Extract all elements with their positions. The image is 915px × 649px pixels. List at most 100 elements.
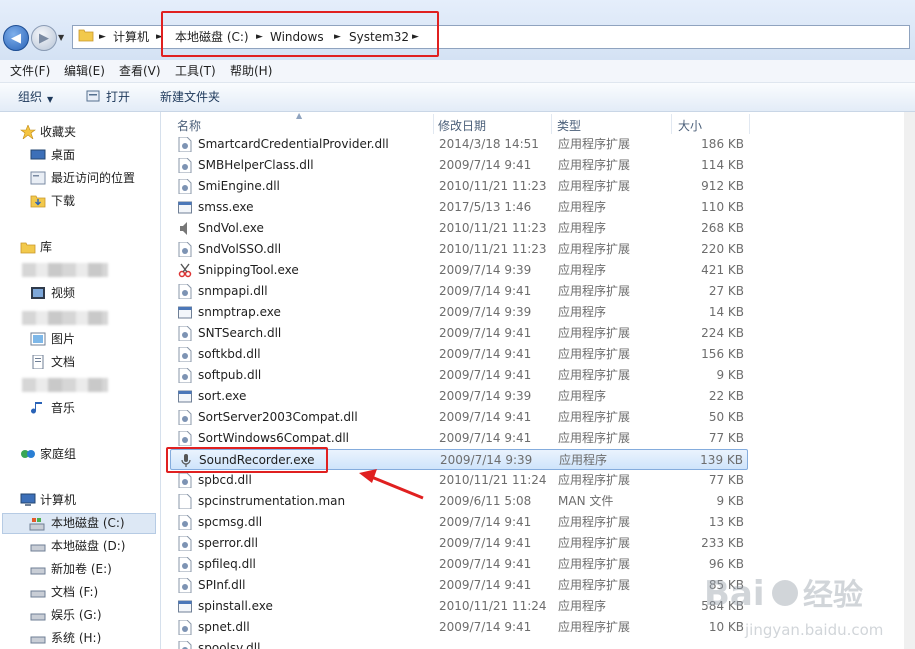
file-row[interactable]: spnet.dll 2009/7/14 9:41 应用程序扩展 10 KB: [170, 617, 748, 638]
nav-recent-places-label: 最近访问的位置: [51, 171, 136, 185]
file-row[interactable]: spoolsv.dll: [170, 638, 748, 649]
dll-icon: [178, 283, 192, 300]
file-name: snmpapi.dll: [198, 284, 268, 298]
file-row[interactable]: spbcd.dll 2010/11/21 11:24 应用程序扩展 77 KB: [170, 470, 748, 491]
column-header-name[interactable]: 名称: [177, 118, 201, 134]
file-name: SortServer2003Compat.dll: [198, 410, 358, 424]
nav-drive-h[interactable]: 系统 (H:): [0, 628, 160, 648]
back-button[interactable]: ◀: [3, 25, 29, 51]
file-name: sperror.dll: [198, 536, 258, 550]
column-divider[interactable]: [433, 114, 434, 134]
file-type: 应用程序: [558, 305, 607, 319]
file-row[interactable]: SortWindows6Compat.dll 2009/7/14 9:41 应用程序…: [170, 428, 748, 449]
nav-recent-places[interactable]: 最近访问的位置: [0, 168, 160, 188]
annotation-arrow-icon: [359, 469, 424, 500]
file-row[interactable]: sperror.dll 2009/7/14 9:41 应用程序扩展 233 KB: [170, 533, 748, 554]
menu-help[interactable]: 帮助(H): [230, 63, 272, 79]
new-folder-button[interactable]: 新建文件夹: [160, 89, 220, 105]
document-icon: [32, 355, 44, 369]
menu-edit[interactable]: 编辑(E): [64, 63, 105, 79]
file-row[interactable]: spcmsg.dll 2009/7/14 9:41 应用程序扩展 13 KB: [170, 512, 748, 533]
menu-view[interactable]: 查看(V): [119, 63, 161, 79]
column-header-type[interactable]: 类型: [557, 118, 581, 134]
file-row[interactable]: snmpapi.dll 2009/7/14 9:41 应用程序扩展 27 KB: [170, 281, 748, 302]
file-name: softpub.dll: [198, 368, 262, 382]
breadcrumb-separator-icon[interactable]: ►: [99, 29, 106, 45]
file-row[interactable]: spfileq.dll 2009/7/14 9:41 应用程序扩展 96 KB: [170, 554, 748, 575]
file-type: 应用程序扩展: [558, 326, 631, 340]
file-row[interactable]: SndVol.exe 2010/11/21 11:23 应用程序 268 KB: [170, 218, 748, 239]
file-date: 2010/11/21 11:24: [439, 473, 547, 487]
column-divider[interactable]: [671, 114, 672, 134]
file-row[interactable]: softpub.dll 2009/7/14 9:41 应用程序扩展 9 KB: [170, 365, 748, 386]
file-row[interactable]: sort.exe 2009/7/14 9:39 应用程序 22 KB: [170, 386, 748, 407]
file-name: sort.exe: [198, 389, 247, 403]
organize-button[interactable]: 组织 ▼: [18, 83, 68, 111]
nav-libraries[interactable]: 库: [0, 237, 160, 257]
nav-drive-f[interactable]: 文档 (F:): [0, 582, 160, 602]
nav-homegroup[interactable]: 家庭组: [0, 444, 160, 464]
column-divider[interactable]: [749, 114, 750, 134]
file-row[interactable]: SnippingTool.exe 2009/7/14 9:39 应用程序 421 KB: [170, 260, 748, 281]
column-divider[interactable]: [551, 114, 552, 134]
nav-music[interactable]: 音乐: [0, 398, 160, 418]
vertical-scrollbar[interactable]: [904, 112, 915, 649]
nav-drive-g[interactable]: 娱乐 (G:): [0, 605, 160, 625]
nav-drive-e[interactable]: 新加卷 (E:): [0, 559, 160, 579]
file-type: 应用程序: [558, 221, 607, 235]
blurred-item: [22, 378, 108, 392]
file-row[interactable]: SortServer2003Compat.dll 2009/7/14 9:41 应用…: [170, 407, 748, 428]
svg-text:经验: 经验: [803, 578, 863, 613]
file-type: 应用程序扩展: [558, 410, 631, 424]
dll-icon: [178, 577, 192, 594]
selection-highlight-box: [166, 447, 328, 473]
nav-desktop-label: 桌面: [51, 148, 76, 162]
file-row[interactable]: softkbd.dll 2009/7/14 9:41 应用程序扩展 156 KB: [170, 344, 748, 365]
nav-downloads[interactable]: 下载: [0, 191, 160, 211]
nav-drive-d[interactable]: 本地磁盘 (D:): [0, 536, 160, 556]
column-header-date[interactable]: 修改日期: [438, 118, 486, 134]
nav-favorites[interactable]: 收藏夹: [0, 122, 160, 142]
menu-file[interactable]: 文件(F): [10, 63, 50, 79]
dll-icon: [178, 409, 192, 426]
file-name: spoolsv.dll: [198, 641, 261, 649]
desktop-icon: [30, 149, 46, 160]
nav-drive-c[interactable]: 本地磁盘 (C:): [2, 513, 156, 534]
music-icon: [31, 402, 42, 414]
open-button[interactable]: 打开: [86, 83, 136, 111]
file-row[interactable]: SNTSearch.dll 2009/7/14 9:41 应用程序扩展 224 KB: [170, 323, 748, 344]
file-row[interactable]: SMBHelperClass.dll 2009/7/14 9:41 应用程序扩展 11…: [170, 155, 748, 176]
file-row[interactable]: spinstall.exe 2010/11/21 11:24 应用程序 584 KB: [170, 596, 748, 617]
nav-downloads-label: 下载: [51, 194, 76, 208]
exe-icon: [178, 599, 192, 614]
forward-button[interactable]: ▶: [31, 25, 57, 51]
file-date: 2009/7/14 9:41: [439, 410, 532, 424]
file-size: 9 KB: [716, 494, 744, 508]
file-date: 2010/11/21 11:23: [439, 221, 547, 235]
file-row[interactable]: smss.exe 2017/5/13 1:46 应用程序 110 KB: [170, 197, 748, 218]
file-row[interactable]: SmiEngine.dll 2010/11/21 11:23 应用程序扩展 912 K…: [170, 176, 748, 197]
dll-icon: [178, 346, 192, 363]
recent-pages-dropdown[interactable]: ▼: [58, 33, 64, 42]
nav-videos[interactable]: 视频: [0, 283, 160, 303]
file-name: SMBHelperClass.dll: [198, 158, 314, 172]
column-header-size[interactable]: 大小: [678, 118, 702, 134]
file-row[interactable]: SndVolSSO.dll 2010/11/21 11:23 应用程序扩展 220 K…: [170, 239, 748, 260]
breadcrumb-computer[interactable]: 计算机: [113, 29, 149, 45]
menu-tools[interactable]: 工具(T): [175, 63, 216, 79]
file-size: 13 KB: [708, 515, 744, 529]
file-row[interactable]: SmartcardCredentialProvider.dll 2014/3/18…: [170, 134, 748, 155]
nav-drive-f-label: 文档 (F:): [51, 585, 99, 599]
nav-pictures[interactable]: 图片: [0, 329, 160, 349]
file-date: 2009/7/14 9:41: [439, 284, 532, 298]
nav-libraries-label: 库: [40, 240, 53, 254]
nav-desktop[interactable]: 桌面: [0, 145, 160, 165]
file-row[interactable]: SPInf.dll 2009/7/14 9:41 应用程序扩展 85 KB: [170, 575, 748, 596]
nav-documents[interactable]: 文档: [0, 352, 160, 372]
file-type: 应用程序扩展: [558, 368, 631, 382]
command-bar: 组织 ▼ 打开 新建文件夹: [0, 83, 915, 112]
file-type: 应用程序扩展: [558, 620, 631, 634]
nav-computer[interactable]: 计算机: [0, 490, 160, 510]
file-row[interactable]: snmptrap.exe 2009/7/14 9:39 应用程序 14 KB: [170, 302, 748, 323]
file-row[interactable]: spcinstrumentation.man 2009/6/11 5:08 MAN …: [170, 491, 748, 512]
